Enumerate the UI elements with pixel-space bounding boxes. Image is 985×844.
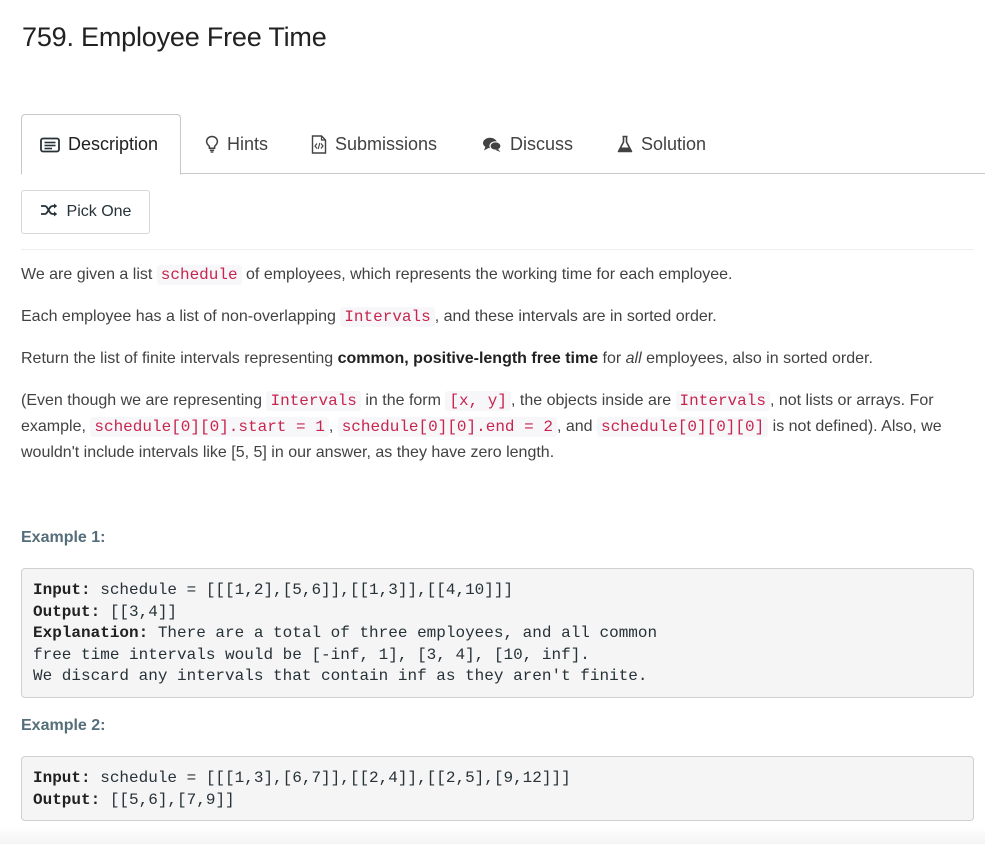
- inline-code: Intervals: [340, 307, 435, 327]
- lightbulb-icon: [205, 135, 219, 153]
- tab-hints[interactable]: Hints: [187, 114, 286, 174]
- text: employees, also in sorted order.: [641, 350, 873, 367]
- example-2-heading: Example 2:: [21, 717, 106, 734]
- tab-submissions-label: Submissions: [335, 133, 438, 154]
- explanation-label: Explanation:: [33, 624, 149, 642]
- output-label: Output:: [33, 602, 101, 621]
- divider: [21, 249, 974, 250]
- description-paragraph: We are given a list schedule of employee…: [21, 262, 966, 288]
- inline-code: schedule[0][0].end = 2: [337, 417, 557, 437]
- tab-solution[interactable]: Solution: [599, 114, 724, 174]
- input-label: Input:: [33, 581, 91, 599]
- text: in the form: [360, 392, 446, 409]
- text: , and: [556, 418, 597, 435]
- shuffle-icon: [40, 203, 58, 222]
- inline-code: schedule[0][0][0]: [596, 417, 769, 437]
- problem-description: We are given a list schedule of employee…: [21, 262, 966, 482]
- tab-description-label: Description: [68, 134, 159, 154]
- tab-discuss[interactable]: Discuss: [464, 114, 591, 174]
- description-paragraph: Return the list of finite intervals repr…: [21, 346, 966, 372]
- bottom-edge: [0, 826, 985, 844]
- text: We are given a list: [21, 266, 157, 283]
- inline-code: schedule[0][0].start = 1: [90, 417, 329, 437]
- italic-text: all: [625, 350, 642, 367]
- output-label: Output:: [33, 790, 101, 809]
- description-icon: [40, 137, 60, 153]
- tab-description[interactable]: Description: [21, 114, 181, 175]
- inline-code: schedule: [156, 265, 242, 285]
- example-2-input: schedule = [[[1,3],[6,7]],[[2,4]],[[2,5]…: [90, 769, 571, 787]
- flask-icon: [617, 135, 633, 153]
- text: Each employee has a list of non-overlapp…: [21, 308, 341, 325]
- example-1-block: Input: schedule = [[[1,2],[5,6]],[[1,3]]…: [21, 568, 974, 698]
- problem-tabs: Description Hints Submissions Discuss So…: [21, 114, 985, 175]
- example-2-output: [[5,6],[7,9]]: [100, 790, 235, 809]
- explanation-line: free time intervals would be [-inf, 1], …: [33, 645, 590, 664]
- pick-one-label: Pick One: [66, 203, 132, 220]
- code-file-icon: [311, 134, 327, 154]
- tab-discuss-label: Discuss: [510, 133, 574, 154]
- text: (Even though we are representing: [21, 392, 267, 409]
- inline-code: [x, y]: [445, 391, 511, 411]
- inline-code: Intervals: [266, 391, 361, 411]
- input-label: Input:: [33, 769, 91, 787]
- page-title: 759. Employee Free Time: [22, 22, 327, 52]
- example-1-heading: Example 1:: [21, 529, 106, 546]
- example-1-input: schedule = [[[1,2],[5,6]],[[1,3]],[[4,10…: [90, 581, 514, 599]
- pick-one-button[interactable]: Pick One: [21, 190, 150, 234]
- example-1-output: [[3,4]]: [100, 602, 178, 621]
- description-paragraph: Each employee has a list of non-overlapp…: [21, 304, 966, 330]
- text: ,: [328, 418, 338, 435]
- example-2-block: Input: schedule = [[[1,3],[6,7]],[[2,4]]…: [21, 756, 974, 821]
- text: for: [598, 350, 626, 367]
- tab-solution-label: Solution: [641, 133, 707, 154]
- tab-hints-label: Hints: [227, 133, 269, 154]
- description-paragraph: (Even though we are representing Interva…: [21, 388, 966, 466]
- chat-bubbles-icon: [482, 136, 502, 153]
- tab-submissions[interactable]: Submissions: [293, 114, 455, 174]
- bold-text: common, positive-length free time: [337, 350, 599, 367]
- text: , the objects inside are: [511, 392, 676, 409]
- text: of employees, which represents the worki…: [241, 266, 733, 283]
- text: Return the list of finite intervals repr…: [21, 350, 338, 367]
- explanation-line: We discard any intervals that contain in…: [33, 667, 648, 685]
- text: , and these intervals are in sorted orde…: [434, 308, 717, 325]
- inline-code: Intervals: [675, 391, 770, 411]
- explanation-line: There are a total of three employees, an…: [148, 624, 658, 642]
